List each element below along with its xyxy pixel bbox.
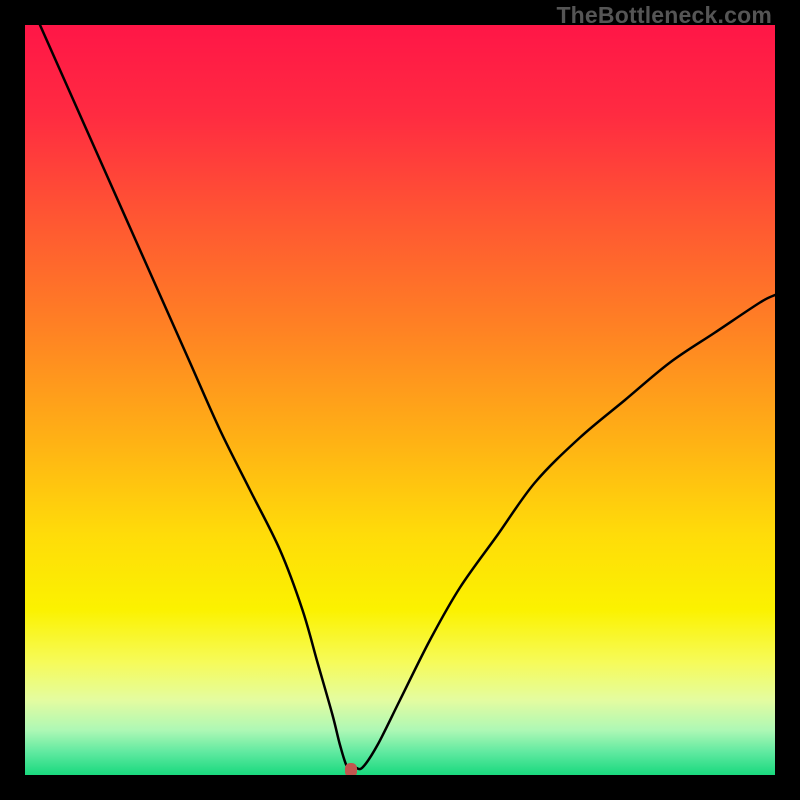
plot-area [25,25,775,775]
bottleneck-curve [25,25,775,775]
watermark-text: TheBottleneck.com [556,2,772,29]
chart-frame: TheBottleneck.com [0,0,800,800]
optimal-point-marker [345,763,357,775]
